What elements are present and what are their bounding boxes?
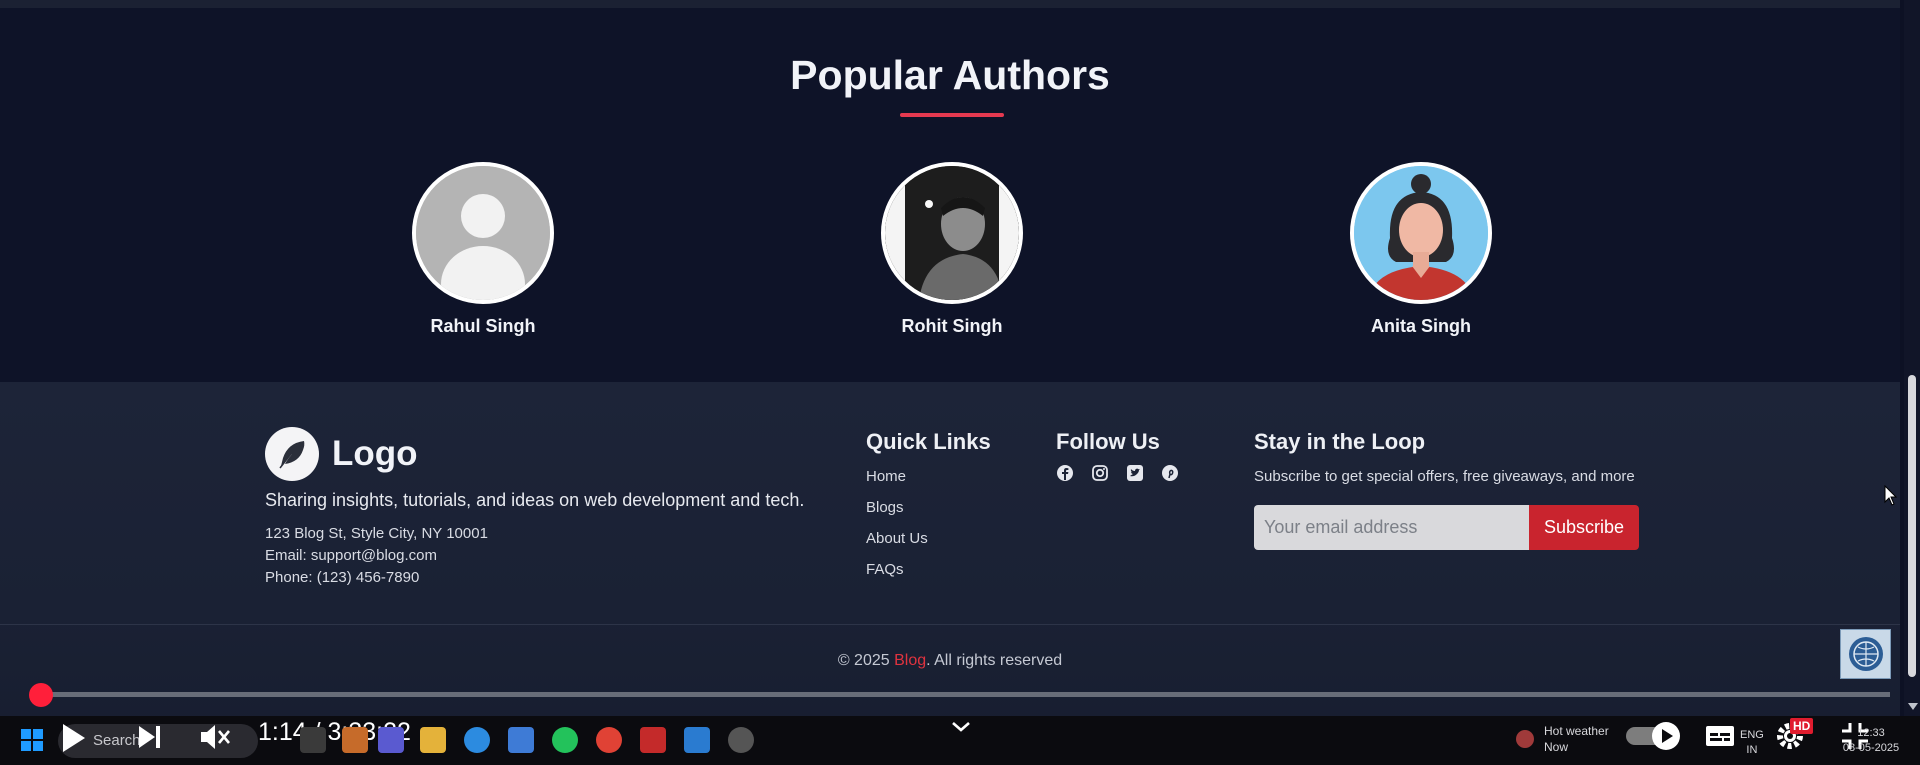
play-icon[interactable] bbox=[58, 721, 88, 755]
clock-time: 12:33 bbox=[1857, 727, 1885, 739]
weather-icon[interactable] bbox=[1516, 730, 1534, 748]
pinterest-icon[interactable] bbox=[1161, 464, 1179, 482]
taskbar-app-icon[interactable] bbox=[342, 727, 368, 753]
footer-address: 123 Blog St, Style City, NY 10001 bbox=[265, 525, 488, 542]
popular-authors-section: Popular Authors Rahul Singh Rohit Singh … bbox=[0, 8, 1900, 382]
taskbar-app-icon[interactable] bbox=[728, 727, 754, 753]
globe-badge-icon[interactable] bbox=[1840, 629, 1891, 679]
language-top: ENG bbox=[1740, 729, 1764, 741]
author-name[interactable]: Rahul Singh bbox=[363, 316, 603, 337]
language-indicator[interactable]: ENG IN bbox=[1740, 728, 1764, 758]
taskbar-app-icon[interactable] bbox=[378, 727, 404, 753]
footer-email: Email: support@blog.com bbox=[265, 547, 437, 564]
edge-browser-icon[interactable] bbox=[464, 727, 490, 753]
windows-start-icon[interactable] bbox=[19, 727, 45, 753]
screen: Popular Authors Rahul Singh Rohit Singh … bbox=[0, 0, 1920, 765]
language-bottom: IN bbox=[1746, 744, 1758, 756]
page-scrollbar[interactable] bbox=[1904, 0, 1920, 765]
author-card-rahul[interactable]: Rahul Singh bbox=[363, 162, 603, 337]
follow-us-title: Follow Us bbox=[1056, 429, 1160, 454]
newsletter-title: Stay in the Loop bbox=[1254, 429, 1426, 454]
author-avatar[interactable] bbox=[881, 162, 1023, 304]
footer-phone: Phone: (123) 456-7890 bbox=[265, 569, 420, 586]
copyright-suffix: . All rights reserved bbox=[926, 652, 1063, 669]
section-title: Popular Authors bbox=[790, 52, 1110, 98]
footer-logo[interactable]: Logo bbox=[265, 427, 418, 481]
taskbar-app-icon[interactable] bbox=[640, 727, 666, 753]
twitter-icon[interactable] bbox=[1126, 464, 1144, 482]
chrome-icon[interactable] bbox=[596, 727, 622, 753]
muted-volume-icon[interactable] bbox=[198, 722, 232, 752]
person-photo-icon bbox=[885, 166, 1019, 300]
logo-text: Logo bbox=[332, 434, 418, 473]
newsletter-subtitle: Subscribe to get special offers, free gi… bbox=[1254, 468, 1635, 485]
player-and-taskbar: Search 1:14 / 3:33:22 Hot weather Now EN… bbox=[0, 716, 1920, 765]
facebook-icon[interactable] bbox=[1056, 464, 1074, 482]
clock-date: 08-05-2025 bbox=[1842, 742, 1900, 754]
taskbar-app-icon[interactable] bbox=[300, 727, 326, 753]
author-card-rohit[interactable]: Rohit Singh bbox=[832, 162, 1072, 337]
whatsapp-icon[interactable] bbox=[552, 727, 578, 753]
author-avatar[interactable] bbox=[1350, 162, 1492, 304]
mouse-cursor-icon bbox=[1884, 485, 1898, 506]
store-icon[interactable] bbox=[508, 727, 534, 753]
footer-link-about[interactable]: About Us bbox=[866, 530, 928, 547]
site-footer: Logo Sharing insights, tutorials, and id… bbox=[0, 382, 1900, 765]
chevron-down-icon[interactable] bbox=[950, 720, 972, 734]
author-name[interactable]: Anita Singh bbox=[1301, 316, 1541, 337]
hd-badge: HD bbox=[1790, 718, 1814, 734]
copyright-brand-link[interactable]: Blog bbox=[894, 652, 926, 669]
email-input[interactable] bbox=[1254, 505, 1529, 550]
weather-title: Hot weather bbox=[1544, 724, 1609, 738]
illustrated-woman-icon bbox=[1354, 166, 1488, 300]
default-user-icon bbox=[416, 166, 550, 300]
subtitles-icon[interactable] bbox=[1704, 723, 1736, 749]
copyright-text: © 2025 Blog. All rights reserved bbox=[0, 652, 1900, 670]
weather-widget[interactable]: Hot weather Now bbox=[1544, 723, 1609, 755]
author-card-anita[interactable]: Anita Singh bbox=[1301, 162, 1541, 337]
video-progress-track[interactable] bbox=[40, 692, 1890, 697]
footer-tagline: Sharing insights, tutorials, and ideas o… bbox=[265, 490, 805, 510]
weather-sub: Now bbox=[1544, 740, 1569, 754]
author-name[interactable]: Rohit Singh bbox=[832, 316, 1072, 337]
footer-link-home[interactable]: Home bbox=[866, 468, 906, 485]
top-strip bbox=[0, 0, 1900, 8]
quick-links-title: Quick Links bbox=[866, 429, 991, 454]
taskbar-search-label[interactable]: Search bbox=[93, 732, 141, 749]
folder-icon[interactable] bbox=[420, 727, 446, 753]
footer-divider bbox=[0, 624, 1900, 625]
scroll-down-arrow[interactable] bbox=[1908, 703, 1918, 710]
next-track-icon[interactable] bbox=[136, 722, 164, 752]
feather-icon bbox=[265, 427, 319, 481]
scroll-thumb[interactable] bbox=[1908, 375, 1916, 677]
instagram-icon[interactable] bbox=[1091, 464, 1109, 482]
title-underline bbox=[900, 113, 1004, 117]
copyright-prefix: © 2025 bbox=[837, 652, 895, 669]
author-avatar[interactable] bbox=[412, 162, 554, 304]
system-clock[interactable]: 12:33 08-05-2025 bbox=[1836, 726, 1906, 756]
footer-link-blogs[interactable]: Blogs bbox=[866, 499, 904, 516]
subscribe-button[interactable]: Subscribe bbox=[1529, 505, 1639, 550]
autoplay-toggle-icon[interactable] bbox=[1624, 721, 1684, 751]
vscode-icon[interactable] bbox=[684, 727, 710, 753]
video-progress-handle[interactable] bbox=[29, 683, 53, 707]
footer-link-faqs[interactable]: FAQs bbox=[866, 561, 904, 578]
